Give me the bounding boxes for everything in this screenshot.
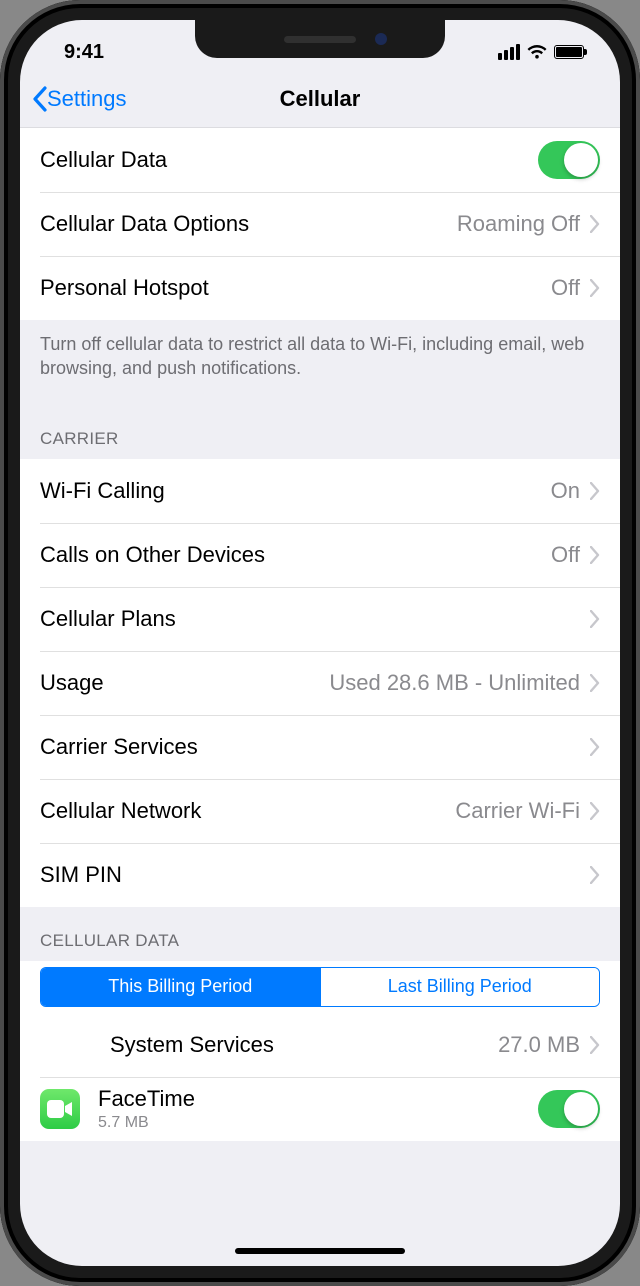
navigation-bar: Settings Cellular	[20, 70, 620, 128]
facetime-label: FaceTime	[98, 1086, 195, 1112]
calls-other-devices-value: Off	[551, 542, 580, 568]
chevron-right-icon	[590, 1036, 600, 1054]
cellular-network-label: Cellular Network	[40, 798, 201, 824]
row-calls-other-devices[interactable]: Calls on Other Devices Off	[20, 523, 620, 587]
row-cellular-data[interactable]: Cellular Data	[20, 128, 620, 192]
chevron-left-icon	[32, 86, 48, 112]
calls-other-devices-label: Calls on Other Devices	[40, 542, 265, 568]
billing-period-segmented[interactable]: This Billing Period Last Billing Period	[40, 967, 600, 1007]
cellular-network-value: Carrier Wi-Fi	[455, 798, 580, 824]
segment-last-billing-period[interactable]: Last Billing Period	[320, 968, 600, 1006]
section-header-cellular-data: CELLULAR DATA	[20, 907, 620, 961]
cellular-data-options-value: Roaming Off	[457, 211, 580, 237]
row-usage[interactable]: Usage Used 28.6 MB - Unlimited	[20, 651, 620, 715]
section-header-carrier: CARRIER	[20, 405, 620, 459]
home-indicator[interactable]	[235, 1248, 405, 1254]
cellular-data-label: Cellular Data	[40, 147, 167, 173]
chevron-right-icon	[590, 215, 600, 233]
cellular-data-footer: Turn off cellular data to restrict all d…	[20, 320, 620, 405]
row-cellular-plans[interactable]: Cellular Plans	[20, 587, 620, 651]
chevron-right-icon	[590, 866, 600, 884]
status-time: 9:41	[50, 41, 104, 64]
personal-hotspot-label: Personal Hotspot	[40, 275, 209, 301]
usage-label: Usage	[40, 670, 104, 696]
facetime-toggle[interactable]	[538, 1090, 600, 1128]
row-personal-hotspot[interactable]: Personal Hotspot Off	[20, 256, 620, 320]
row-facetime[interactable]: FaceTime 5.7 MB	[20, 1077, 620, 1141]
facetime-app-icon	[40, 1089, 80, 1129]
row-cellular-data-options[interactable]: Cellular Data Options Roaming Off	[20, 192, 620, 256]
segment-this-billing-period[interactable]: This Billing Period	[41, 968, 320, 1006]
facetime-usage: 5.7 MB	[98, 1114, 195, 1132]
chevron-right-icon	[590, 738, 600, 756]
cellular-data-toggle[interactable]	[538, 141, 600, 179]
device-notch	[195, 20, 445, 58]
wifi-calling-label: Wi-Fi Calling	[40, 478, 165, 504]
carrier-services-label: Carrier Services	[40, 734, 198, 760]
row-sim-pin[interactable]: SIM PIN	[20, 843, 620, 907]
chevron-right-icon	[590, 674, 600, 692]
cellular-plans-label: Cellular Plans	[40, 606, 176, 632]
chevron-right-icon	[590, 802, 600, 820]
back-label: Settings	[47, 86, 127, 112]
wifi-calling-value: On	[551, 478, 580, 504]
back-button[interactable]: Settings	[32, 86, 127, 112]
usage-value: Used 28.6 MB - Unlimited	[329, 670, 580, 696]
wifi-icon	[526, 44, 548, 60]
page-title: Cellular	[280, 86, 361, 112]
row-carrier-services[interactable]: Carrier Services	[20, 715, 620, 779]
chevron-right-icon	[590, 279, 600, 297]
chevron-right-icon	[590, 482, 600, 500]
system-services-label: System Services	[110, 1032, 274, 1058]
row-wifi-calling[interactable]: Wi-Fi Calling On	[20, 459, 620, 523]
row-system-services[interactable]: System Services 27.0 MB	[20, 1013, 620, 1077]
row-cellular-network[interactable]: Cellular Network Carrier Wi-Fi	[20, 779, 620, 843]
cellular-data-options-label: Cellular Data Options	[40, 211, 249, 237]
chevron-right-icon	[590, 610, 600, 628]
sim-pin-label: SIM PIN	[40, 862, 122, 888]
system-services-value: 27.0 MB	[498, 1032, 580, 1058]
personal-hotspot-value: Off	[551, 275, 580, 301]
battery-icon	[554, 45, 584, 59]
cellular-signal-icon	[498, 44, 520, 60]
chevron-right-icon	[590, 546, 600, 564]
